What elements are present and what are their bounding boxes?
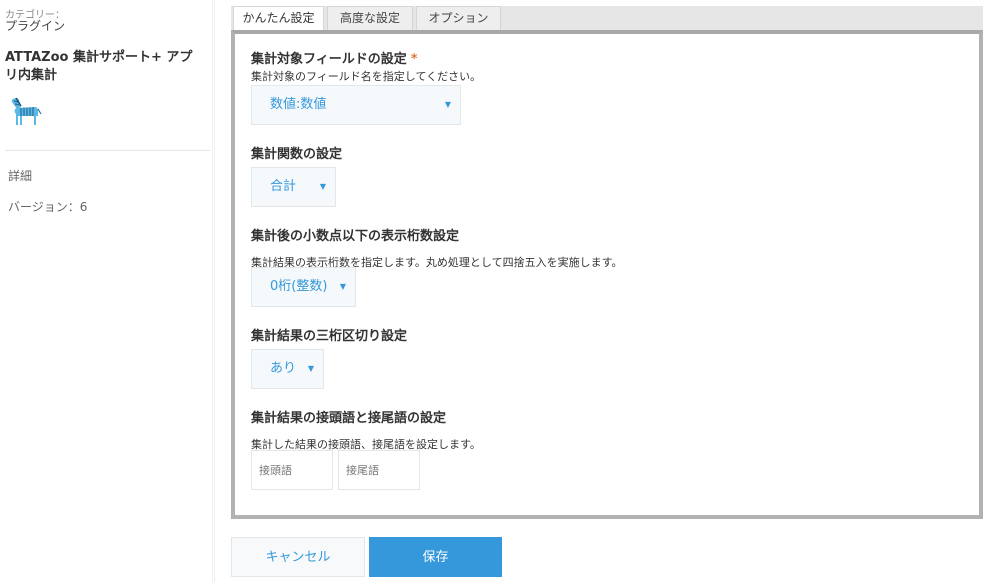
version-label: バージョン：6	[8, 200, 88, 214]
function-select-value: 合計	[270, 179, 297, 194]
zebra-icon	[11, 97, 42, 125]
sidebar: カテゴリー： プラグイン ATTAZoo 集計サポート+ アプリ内集計 詳細 バ…	[0, 0, 212, 582]
chevron-down-icon: ▼	[339, 282, 346, 291]
function-setting-title: 集計関数の設定	[251, 147, 343, 162]
decimal-setting-title: 集計後の小数点以下の表示桁数設定	[251, 229, 460, 244]
required-mark: *	[410, 52, 418, 67]
sidebar-border	[212, 0, 216, 582]
suffix-input[interactable]	[338, 450, 420, 490]
decimal-select-value: 0桁(整数)	[270, 279, 328, 294]
chevron-down-icon: ▼	[319, 182, 326, 191]
field-setting-title: 集計対象フィールドの設定 *	[251, 48, 418, 67]
field-select-value: 数値:数値	[270, 97, 327, 112]
plugin-name: ATTAZoo 集計サポート+ アプリ内集計	[5, 50, 193, 83]
decimal-select[interactable]: 0桁(整数) ▼	[251, 267, 356, 307]
detail-link[interactable]: 詳細	[8, 167, 32, 184]
cancel-button[interactable]: キャンセル	[231, 537, 365, 577]
tab-options[interactable]: オプション	[416, 6, 501, 30]
save-button[interactable]: 保存	[369, 537, 502, 577]
affix-setting-title: 集計結果の接頭語と接尾語の設定	[251, 411, 447, 426]
tab-advanced-settings[interactable]: 高度な設定	[327, 6, 413, 30]
field-select[interactable]: 数値:数値 ▼	[251, 85, 461, 125]
separator-setting-title: 集計結果の三桁区切り設定	[251, 329, 408, 344]
category-value: プラグイン	[5, 19, 66, 33]
separator-select-value: あり	[270, 361, 297, 376]
prefix-input[interactable]	[251, 450, 333, 490]
function-select[interactable]: 合計 ▼	[251, 167, 336, 207]
separator-select[interactable]: あり ▼	[251, 349, 324, 389]
chevron-down-icon: ▼	[444, 100, 451, 109]
chevron-down-icon: ▼	[307, 364, 314, 373]
field-setting-title-text: 集計対象フィールドの設定	[251, 52, 407, 67]
tab-easy-settings[interactable]: かんたん設定	[233, 6, 324, 31]
sidebar-divider	[5, 150, 210, 151]
field-setting-desc: 集計対象のフィールド名を指定してください。	[251, 70, 482, 83]
